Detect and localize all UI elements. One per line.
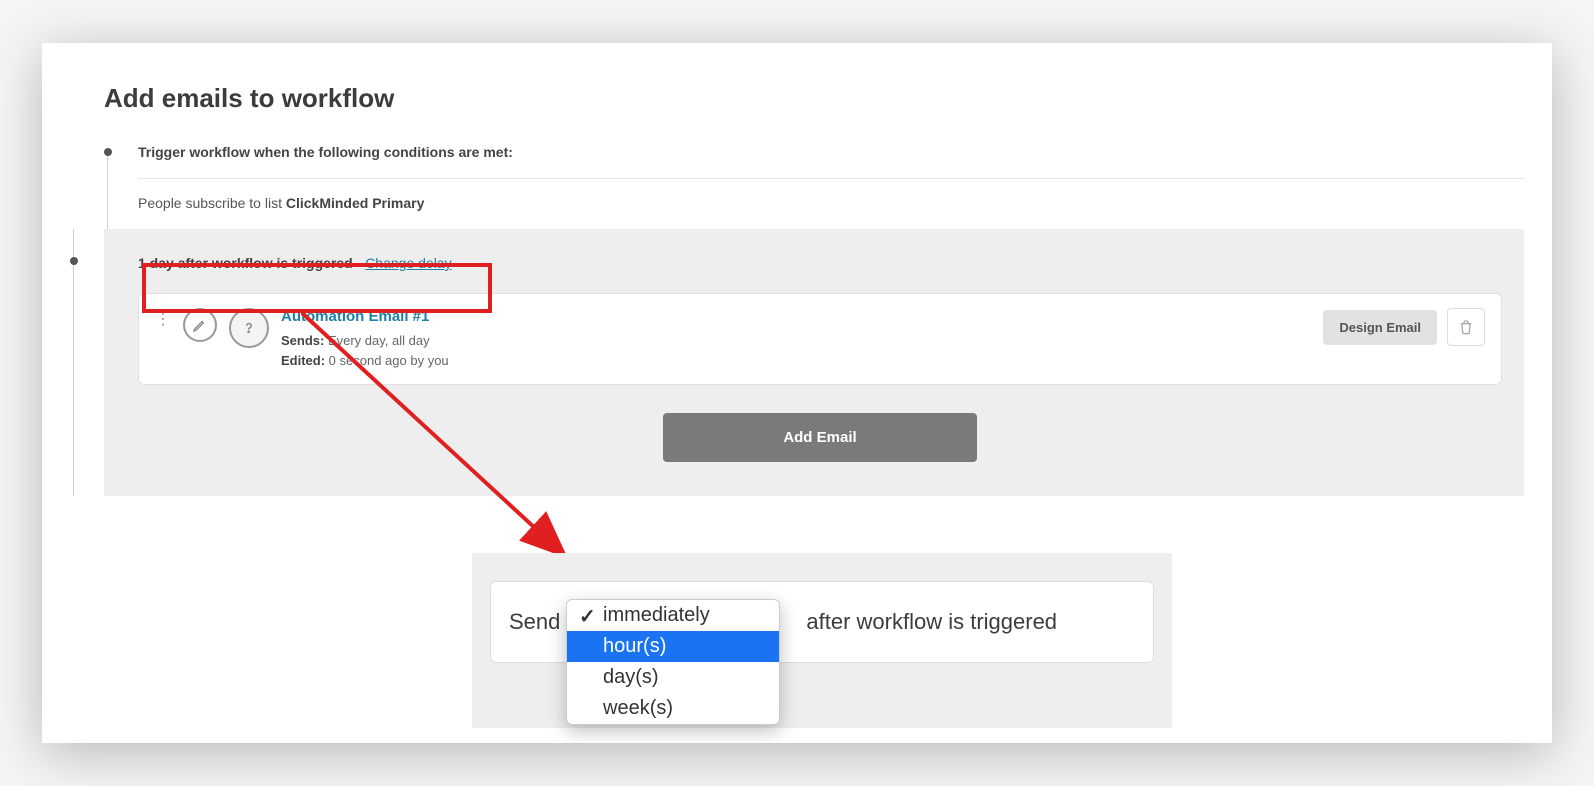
add-email-button[interactable]: Add Email [663,413,976,462]
question-icon [229,308,269,348]
email-meta: Automation Email #1 Sends: Every day, al… [281,308,1311,370]
trigger-condition-row: People subscribe to list ClickMinded Pri… [138,178,1524,229]
dropdown-option-weeks[interactable]: week(s) [567,693,779,724]
edit-icon[interactable] [183,308,217,342]
delete-email-button[interactable] [1447,308,1485,346]
dropdown-option-days[interactable]: day(s) [567,662,779,693]
trigger-heading: Trigger workflow when the following cond… [138,144,1524,178]
trigger-step: Trigger workflow when the following cond… [104,144,1524,229]
email-sends-line: Sends: Every day, all day [281,331,1311,351]
timeline-dot-icon [104,148,112,156]
sends-value: Every day, all day [324,333,429,348]
timeline-dot-icon [70,257,78,265]
send-prefix: Send [509,609,560,635]
delay-text: 1 day after workflow is triggered [138,255,353,271]
page-title: Add emails to workflow [104,83,1524,114]
workflow-timeline: Trigger workflow when the following cond… [104,144,1524,229]
edited-value: 0 second ago by you [325,353,449,368]
edited-label: Edited: [281,353,325,368]
send-suffix: after workflow is triggered [806,609,1057,635]
design-email-button[interactable]: Design Email [1323,310,1437,345]
delay-unit-dropdown[interactable]: immediately hour(s) day(s) week(s) [566,599,780,725]
delay-email-block: 1 day after workflow is triggered · Chan… [104,229,1524,496]
delay-line: 1 day after workflow is triggered · Chan… [138,247,1502,293]
page-frame: Add emails to workflow Trigger workflow … [42,43,1552,743]
email-card: ⋮ Automation Email #1 Sends: Every day, … [138,293,1502,385]
add-email-row: Add Email [138,413,1502,462]
dropdown-option-immediately[interactable]: immediately [567,600,779,631]
delay-separator: · [353,255,365,271]
drag-handle-icon[interactable]: ⋮ [155,308,171,328]
sends-label: Sends: [281,333,324,348]
dropdown-option-hours[interactable]: hour(s) [567,631,779,662]
change-delay-link[interactable]: Change delay [365,255,451,271]
card-actions: Design Email [1323,308,1485,346]
trigger-condition-prefix: People subscribe to list [138,195,286,211]
trigger-condition-list: ClickMinded Primary [286,195,425,211]
email-edited-line: Edited: 0 second ago by you [281,351,1311,371]
email-title[interactable]: Automation Email #1 [281,308,1311,325]
trash-icon [1458,319,1474,335]
